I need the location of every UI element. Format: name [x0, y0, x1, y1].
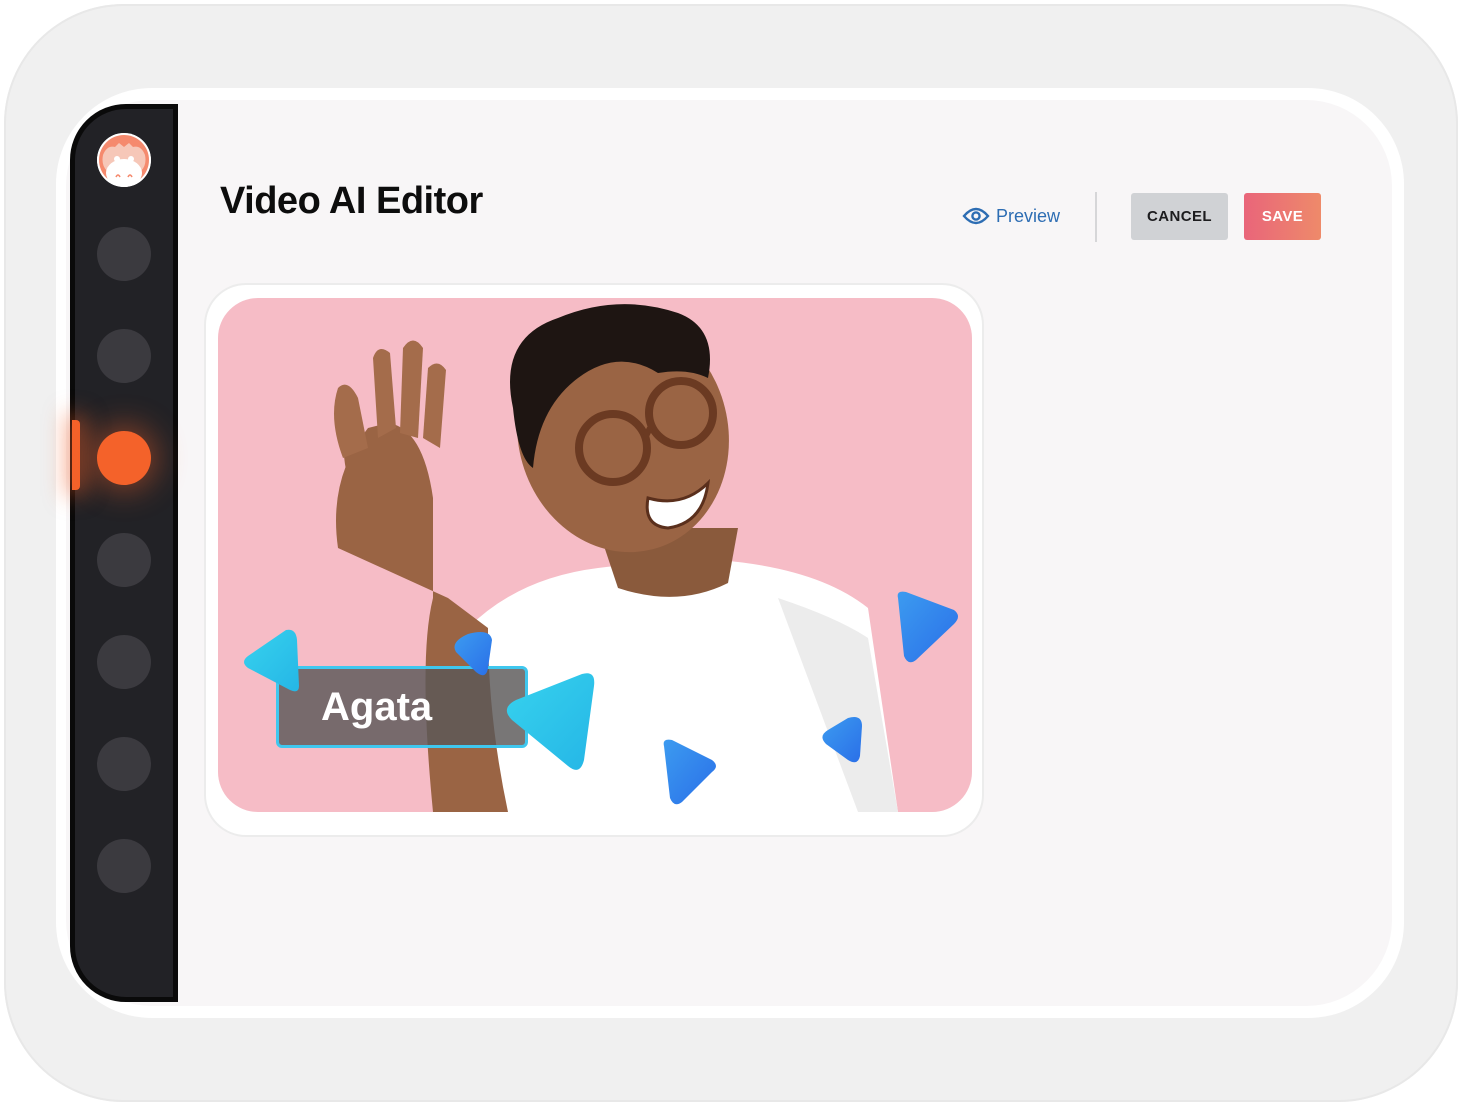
- sidebar-item-4[interactable]: [97, 533, 151, 587]
- save-button[interactable]: SAVE: [1244, 193, 1321, 240]
- sidebar-item-3[interactable]: [97, 431, 151, 485]
- mascot-icon: [97, 133, 151, 187]
- preview-label: Preview: [996, 205, 1061, 226]
- header-divider: [1095, 192, 1097, 242]
- name-tag[interactable]: Agata: [276, 666, 528, 748]
- name-tag-label: Agata: [321, 684, 433, 729]
- sidebar-item-5[interactable]: [97, 635, 151, 689]
- active-indicator: [72, 420, 80, 490]
- sidebar-item-7[interactable]: [97, 839, 151, 893]
- sidebar: [70, 104, 178, 1002]
- cancel-button[interactable]: CANCEL: [1131, 193, 1228, 240]
- sidebar-item-2[interactable]: [97, 329, 151, 383]
- preview-button[interactable]: Preview: [962, 201, 1060, 231]
- avatar[interactable]: [97, 133, 151, 187]
- sidebar-item-1[interactable]: [97, 227, 151, 281]
- sidebar-item-6[interactable]: [97, 737, 151, 791]
- page-title: Video AI Editor: [220, 180, 483, 222]
- eye-icon: [962, 207, 990, 225]
